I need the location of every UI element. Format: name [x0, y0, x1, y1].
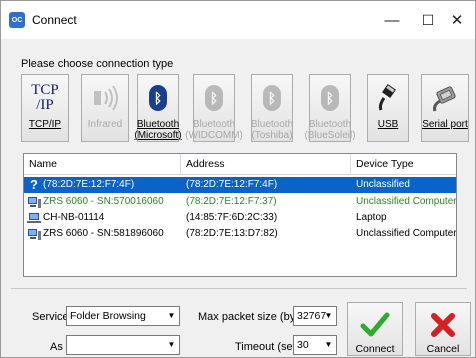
- device-address: (78:2D:7E:12:F7:4F): [186, 179, 278, 190]
- timeout-label: Timeout (sec): [235, 341, 302, 353]
- device-type: Unclassified Computer: [356, 228, 456, 239]
- device-type: Laptop: [356, 212, 387, 223]
- chevron-down-icon[interactable]: ▼: [164, 336, 179, 354]
- question-icon: ?: [30, 177, 38, 192]
- device-type: Unclassified Computer: [356, 196, 456, 207]
- bluetooth-widcomm-label: Bluetooth (WIDCOMM): [185, 119, 243, 141]
- service-value: Folder Browsing: [70, 310, 146, 322]
- bluetooth-icon: ᛒ: [310, 79, 350, 117]
- as-label: As: [50, 341, 63, 353]
- window-title: Connect: [32, 13, 77, 27]
- bluetooth-toshiba-button[interactable]: ᛒ Bluetooth (Toshiba): [251, 74, 293, 142]
- infrared-label: Infrared: [87, 119, 123, 130]
- device-type: Unclassified: [356, 179, 410, 190]
- serial-port-label: Serial port: [422, 119, 468, 130]
- device-name: ZRS 6060 - SN:570016060: [43, 196, 164, 207]
- title-bar: OC Connect — ☐ ✕: [1, 1, 475, 39]
- computer-icon: [27, 195, 41, 209]
- max-packet-select[interactable]: 32767 ▼: [293, 306, 337, 326]
- cancel-label: Cancel: [426, 343, 460, 355]
- bluetooth-icon: ᛒ: [194, 79, 234, 117]
- computer-icon: [27, 227, 41, 241]
- tcpip-button[interactable]: TCP /IP TCP/IP: [21, 74, 69, 142]
- usb-label: USB: [377, 119, 399, 130]
- timeout-select[interactable]: 30 ▼: [293, 335, 337, 355]
- cancel-button[interactable]: Cancel: [415, 302, 471, 356]
- as-select[interactable]: ▼: [66, 335, 180, 355]
- device-list-header: Name Address Device Type: [24, 154, 456, 175]
- column-header-address[interactable]: Address: [181, 154, 351, 174]
- bluetooth-bluesoleil-button[interactable]: ᛒ Bluetooth (BlueSoleil): [304, 74, 356, 142]
- close-button[interactable]: ✕: [442, 7, 472, 33]
- device-name: (78:2D:7E:12:F7:4F): [43, 179, 135, 190]
- device-address: (78:2D:7E:13:D7:82): [186, 228, 278, 239]
- minimize-button[interactable]: —: [377, 7, 407, 33]
- device-name: CH-NB-01114: [43, 212, 105, 223]
- bluetooth-microsoft-label: Bluetooth (Microsoft): [134, 119, 182, 141]
- chevron-down-icon[interactable]: ▼: [321, 336, 336, 354]
- section-divider: [11, 288, 467, 289]
- checkmark-icon: [360, 309, 390, 340]
- maximize-button[interactable]: ☐: [413, 7, 443, 33]
- bluetooth-microsoft-button[interactable]: ᛒ Bluetooth (Microsoft): [134, 74, 182, 142]
- bluetooth-toshiba-label: Bluetooth (Toshiba): [250, 119, 294, 141]
- chevron-down-icon[interactable]: ▼: [164, 307, 179, 325]
- bluetooth-icon: ᛒ: [138, 79, 178, 117]
- device-row[interactable]: ZRS 6060 - SN:581896060 (78:2D:7E:13:D7:…: [24, 226, 456, 242]
- service-select[interactable]: Folder Browsing ▼: [66, 306, 180, 326]
- timeout-value: 30: [297, 339, 309, 351]
- usb-button[interactable]: USB: [367, 74, 409, 142]
- connect-button[interactable]: Connect: [347, 302, 403, 356]
- column-header-device-type[interactable]: Device Type: [351, 154, 456, 174]
- device-address: (78:2D:7E:12:F7:37): [186, 196, 277, 207]
- device-row[interactable]: CH-NB-01114 (14:85:7F:6D:2C:33) Laptop: [24, 210, 456, 226]
- serial-port-icon: [422, 79, 468, 117]
- laptop-icon: [27, 211, 41, 225]
- bluetooth-icon: ᛒ: [252, 79, 292, 117]
- usb-icon: [368, 79, 408, 117]
- device-row[interactable]: ZRS 6060 - SN:570016060 (78:2D:7E:12:F7:…: [24, 194, 456, 210]
- app-icon: OC: [9, 12, 25, 28]
- device-address: (14:85:7F:6D:2C:33): [186, 212, 278, 223]
- service-label: Service: [32, 311, 69, 323]
- tcpip-label: TCP/IP: [28, 119, 62, 130]
- connection-type-prompt: Please choose connection type: [21, 58, 174, 70]
- infrared-icon: [82, 79, 128, 117]
- serial-port-button[interactable]: Serial port: [421, 74, 469, 142]
- bluetooth-widcomm-button[interactable]: ᛒ Bluetooth (WIDCOMM): [185, 74, 243, 142]
- connect-dialog: OC Connect — ☐ ✕ Please choose connectio…: [0, 0, 476, 358]
- chevron-down-icon[interactable]: ▼: [321, 307, 336, 325]
- column-header-name[interactable]: Name: [24, 154, 181, 174]
- bluetooth-bluesoleil-label: Bluetooth (BlueSoleil): [304, 119, 356, 141]
- tcpip-icon: TCP /IP: [31, 82, 59, 113]
- infrared-button[interactable]: Infrared: [81, 74, 129, 142]
- cancel-x-icon: [429, 309, 457, 340]
- device-list[interactable]: Name Address Device Type ? (78:2D:7E:12:…: [23, 153, 457, 277]
- device-row[interactable]: ? (78:2D:7E:12:F7:4F) (78:2D:7E:12:F7:4F…: [24, 177, 456, 193]
- device-name: ZRS 6060 - SN:581896060: [43, 228, 164, 239]
- connect-label: Connect: [355, 343, 395, 355]
